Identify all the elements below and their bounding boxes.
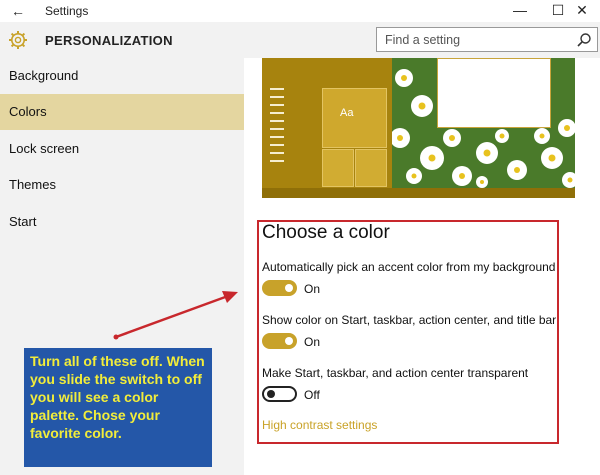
high-contrast-link[interactable]: High contrast settings — [262, 418, 377, 432]
show-color-state: On — [304, 335, 321, 349]
auto-accent-state: On — [304, 282, 321, 296]
highlight-box — [257, 220, 559, 444]
preview-window — [437, 58, 551, 128]
search-icon[interactable] — [576, 32, 592, 48]
preview-taskbar — [262, 188, 575, 198]
search-input[interactable]: Find a setting — [376, 27, 598, 52]
show-color-toggle[interactable] — [262, 333, 297, 349]
sidebar-item-themes[interactable]: Themes — [0, 167, 244, 203]
preview-tile-label: Aa — [340, 107, 354, 119]
sidebar-item-lock-screen[interactable]: Lock screen — [0, 131, 244, 167]
back-arrow-icon[interactable]: ← — [8, 2, 28, 20]
preview-menu-lines — [270, 88, 288, 168]
title-bar: ← Settings — ☐ ✕ — [0, 0, 600, 22]
sidebar-item-start[interactable]: Start — [0, 204, 244, 240]
search-placeholder: Find a setting — [385, 33, 461, 47]
preview-tile — [355, 149, 387, 187]
page-header: PERSONALIZATION Find a setting — [0, 22, 600, 58]
annotation-callout: Turn all of these off. When you slide th… — [24, 348, 212, 467]
sidebar-item-background[interactable]: Background — [0, 58, 244, 94]
transparency-label: Make Start, taskbar, and action center t… — [262, 366, 529, 380]
preview-start-menu: Aa — [262, 58, 392, 188]
preview-tile: Aa — [322, 88, 387, 148]
window-title: Settings — [45, 4, 89, 18]
transparency-state: Off — [304, 388, 320, 402]
sidebar-item-colors[interactable]: Colors — [0, 94, 244, 130]
show-color-label: Show color on Start, taskbar, action cen… — [262, 313, 557, 327]
theme-preview: Aa — [262, 58, 575, 198]
preview-tile — [322, 149, 354, 187]
page-title: PERSONALIZATION — [45, 33, 173, 48]
auto-accent-label: Automatically pick an accent color from … — [262, 260, 556, 274]
close-button[interactable]: ✕ — [562, 0, 600, 22]
gear-icon — [9, 31, 27, 49]
section-title: Choose a color — [262, 222, 390, 243]
auto-accent-toggle[interactable] — [262, 280, 297, 296]
transparency-toggle[interactable] — [262, 386, 297, 402]
minimize-button[interactable]: — — [500, 0, 540, 22]
annotation-text: Turn all of these off. When you slide th… — [30, 353, 205, 441]
